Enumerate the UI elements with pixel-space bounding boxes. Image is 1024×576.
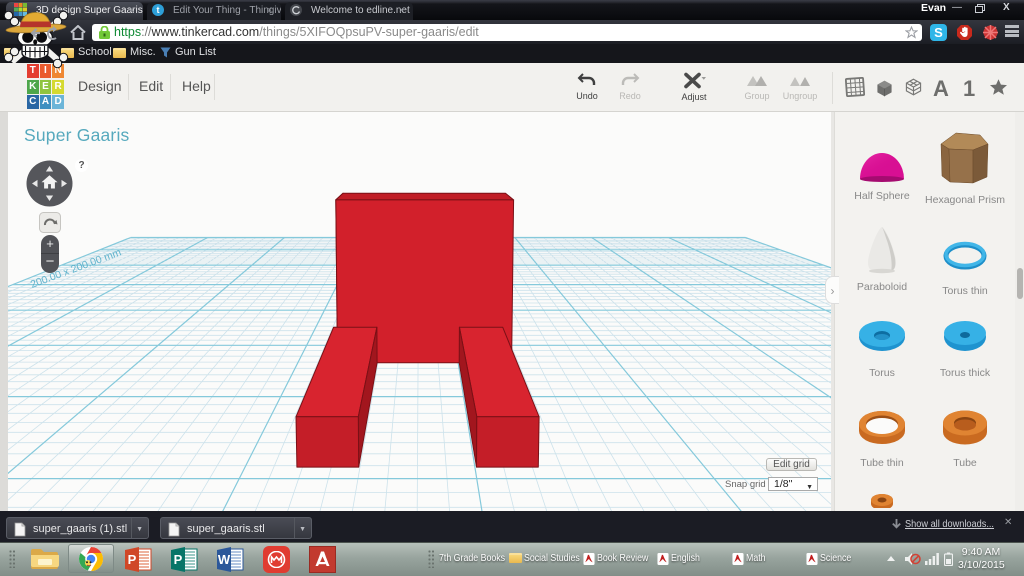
svg-text:W: W: [218, 552, 231, 567]
svg-text:P: P: [128, 552, 137, 567]
svg-text:P: P: [174, 552, 183, 567]
